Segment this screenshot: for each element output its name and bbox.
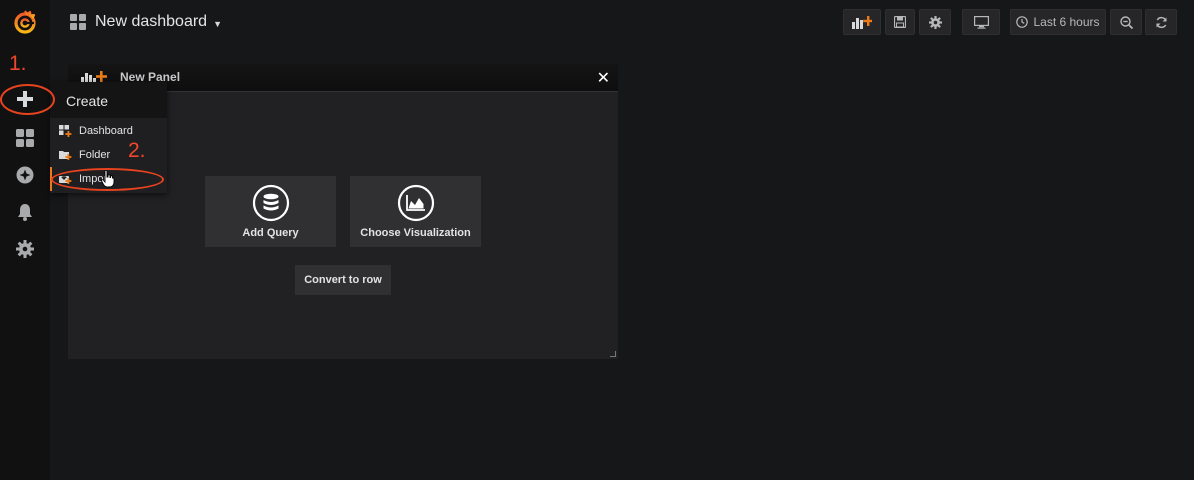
explore-compass-icon[interactable] xyxy=(0,157,50,193)
add-panel-button[interactable] xyxy=(843,9,881,35)
panel-resize-handle[interactable] xyxy=(610,351,616,357)
time-range-picker[interactable]: Last 6 hours xyxy=(1010,9,1106,35)
grafana-logo-icon[interactable] xyxy=(0,4,50,40)
step-1-annotation: 1. xyxy=(9,52,27,75)
settings-gear-icon xyxy=(928,15,942,29)
zoom-out-button[interactable] xyxy=(1110,9,1142,35)
time-range-label: Last 6 hours xyxy=(1033,15,1100,29)
add-panel-icon xyxy=(852,16,872,29)
step-2-annotation: 2. xyxy=(128,139,146,162)
tv-mode-icon xyxy=(973,15,989,29)
menu-item-folder[interactable]: Folder xyxy=(50,143,167,167)
database-icon xyxy=(252,184,289,222)
close-icon[interactable]: ✕ xyxy=(597,68,610,88)
clock-icon xyxy=(1016,16,1029,28)
tv-mode-button[interactable] xyxy=(962,9,1000,35)
save-icon xyxy=(894,16,906,28)
create-menu-header: Create xyxy=(50,82,167,118)
dashboard-picker[interactable]: New dashboard ▼ xyxy=(70,11,222,33)
save-dashboard-button[interactable] xyxy=(885,9,915,35)
alerting-bell-icon[interactable] xyxy=(0,194,50,230)
add-query-button[interactable]: Add Query xyxy=(205,176,336,247)
hand-cursor-icon xyxy=(101,170,115,188)
choose-visualization-label: Choose Visualization xyxy=(360,227,471,239)
chevron-down-icon: ▼ xyxy=(213,18,222,29)
dashboard-title: New dashboard xyxy=(95,13,208,30)
visualization-chart-icon xyxy=(397,184,434,222)
refresh-button[interactable] xyxy=(1145,9,1177,35)
menu-item-folder-label: Folder xyxy=(79,149,111,161)
zoom-out-icon xyxy=(1119,15,1133,29)
dashboards-icon[interactable] xyxy=(0,120,50,156)
create-plus-button[interactable] xyxy=(0,81,50,117)
refresh-icon xyxy=(1155,16,1167,28)
folder-plus-icon xyxy=(59,151,72,160)
convert-to-row-button[interactable]: Convert to row xyxy=(295,265,391,295)
dashboard-grid-icon xyxy=(70,14,86,30)
plus-icon xyxy=(17,91,33,107)
top-navbar: New dashboard ▼ Last 6 hours xyxy=(50,0,1194,44)
menu-item-dashboard[interactable]: Dashboard xyxy=(50,119,167,143)
choose-visualization-button[interactable]: Choose Visualization xyxy=(350,176,481,247)
dashboard-plus-icon xyxy=(59,125,72,137)
dashboard-settings-button[interactable] xyxy=(919,9,951,35)
create-menu-title: Create xyxy=(66,93,109,109)
import-icon xyxy=(59,173,72,184)
add-query-label: Add Query xyxy=(242,227,299,239)
menu-item-dashboard-label: Dashboard xyxy=(79,125,133,137)
sidebar: 1. xyxy=(0,0,50,480)
configuration-gear-icon[interactable] xyxy=(0,231,50,267)
